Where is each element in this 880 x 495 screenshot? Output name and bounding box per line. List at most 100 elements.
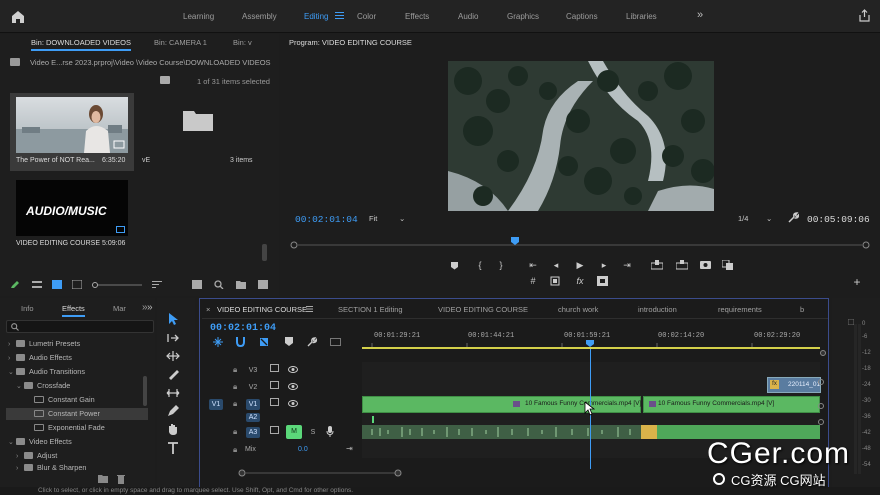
clip-v1-commercials-a[interactable]: 10 Famous Funny Commercials.mp4 [V] (362, 396, 641, 413)
workspace-editing[interactable]: Editing (304, 12, 328, 21)
workspace-color[interactable]: Color (357, 12, 376, 21)
effects-tree-blur-sharpen[interactable]: › Blur & Sharpen (16, 462, 148, 474)
share-icon[interactable] (858, 9, 871, 22)
eye-icon[interactable] (288, 400, 298, 407)
zoom-slider[interactable] (92, 282, 142, 288)
effects-tree-video-effects[interactable]: ⌄ Video Effects (8, 436, 148, 448)
lock-icon[interactable]: 🔒︎ (233, 427, 237, 437)
track-label-a2[interactable]: A2 (246, 413, 260, 422)
lock-icon[interactable]: 🔒︎ (233, 399, 237, 409)
pencil-icon[interactable] (10, 280, 20, 289)
linked-selection-icon[interactable] (259, 337, 269, 347)
new-bin-icon[interactable] (98, 474, 108, 483)
pen-tool-icon[interactable] (166, 404, 180, 418)
go-to-in-icon[interactable]: ⇤ (526, 259, 540, 271)
lift-icon[interactable] (651, 260, 663, 270)
mark-in-icon[interactable]: { (473, 259, 487, 271)
ripple-edit-tool-icon[interactable] (166, 349, 180, 363)
playhead-timecode[interactable]: 00:02:01:04 (295, 214, 358, 225)
effects-tree-adjust[interactable]: › Adjust (16, 450, 148, 462)
add-button-icon[interactable]: + (850, 276, 864, 288)
scroll-handle[interactable] (818, 403, 824, 409)
timeline-zoom-scrollbar[interactable] (238, 469, 402, 477)
vertical-zoom-handle[interactable] (820, 350, 826, 356)
multicam-icon[interactable] (597, 276, 608, 286)
track-label-v3[interactable]: V3 (246, 365, 260, 376)
hand-tool-icon[interactable] (166, 422, 180, 436)
zoom-level-select[interactable]: Fit ⌄ (369, 214, 411, 225)
sync-lock-icon[interactable] (270, 381, 279, 389)
source-patch-v1[interactable]: V1 (209, 399, 223, 410)
export-frame-icon[interactable] (700, 260, 711, 269)
mute-button[interactable]: M (286, 425, 302, 439)
home-icon[interactable] (10, 9, 26, 24)
eye-icon[interactable] (288, 366, 298, 373)
automate-icon[interactable] (192, 280, 202, 289)
tab-sequence-section-1-editing[interactable]: SECTION 1 Editing (338, 305, 403, 314)
workspace-learning[interactable]: Learning (183, 12, 214, 21)
effects-tree-audio-effects[interactable]: › Audio Effects (8, 352, 148, 364)
sort-icon[interactable] (152, 280, 162, 289)
razor-tool-icon[interactable] (166, 367, 180, 381)
timeline-timecode[interactable]: 00:02:01:04 (210, 323, 276, 334)
search-icon[interactable] (214, 280, 224, 289)
tab-info[interactable]: Info (21, 304, 34, 313)
tab-bin-downloaded-videos[interactable]: Bin: DOWNLOADED VIDEOS (31, 38, 132, 51)
effects-search-input[interactable] (6, 320, 154, 333)
workspace-assembly[interactable]: Assembly (242, 12, 277, 21)
workspace-libraries[interactable]: Libraries (626, 12, 657, 21)
go-to-out-icon[interactable]: ⇥ (346, 444, 353, 453)
effects-tree-crossfade[interactable]: ⌄ Crossfade (16, 380, 148, 392)
mix-volume-value[interactable]: 0.0 (298, 446, 308, 453)
program-monitor-title[interactable]: Program: VIDEO EDITING COURSE (289, 38, 412, 47)
snap-icon[interactable] (236, 337, 245, 347)
sync-lock-icon[interactable] (270, 364, 279, 372)
icon-view-icon[interactable] (52, 280, 62, 289)
tab-effects[interactable]: Effects (62, 304, 85, 317)
go-to-out-icon[interactable]: ⇥ (620, 259, 634, 271)
clip-v1-commercials-b[interactable]: 10 Famous Funny Commercials.mp4 [V] (643, 396, 820, 413)
lock-icon[interactable]: 🔒︎ (233, 365, 237, 375)
workspace-menu-icon[interactable] (335, 11, 344, 20)
extract-icon[interactable] (676, 260, 688, 270)
effects-tree-exponential-fade[interactable]: Exponential Fade (34, 422, 148, 434)
bin-scrollbar[interactable] (262, 244, 267, 261)
track-label-v1[interactable]: V1 (246, 399, 260, 410)
new-bin-icon[interactable] (160, 76, 170, 84)
effects-scrollbar[interactable] (143, 376, 147, 406)
track-label-v2[interactable]: V2 (246, 382, 260, 393)
trash-icon[interactable] (116, 474, 126, 484)
workspace-audio[interactable]: Audio (458, 12, 478, 21)
effects-tree-constant-gain[interactable]: Constant Gain (34, 394, 148, 406)
tab-bin-v[interactable]: Bin: v (233, 38, 252, 47)
insert-nest-icon[interactable] (213, 337, 223, 347)
list-view-icon[interactable] (32, 280, 42, 289)
play-icon[interactable]: ▶ (573, 259, 587, 271)
effects-tree-lumetri-presets[interactable]: › Lumetri Presets (8, 338, 148, 350)
tab-sequence-video-editing-course-2[interactable]: VIDEO EDITING COURSE (438, 305, 528, 314)
tab-markers[interactable]: Mar (113, 304, 126, 313)
tab-sequence-b[interactable]: b (800, 305, 804, 314)
tab-sequence-requirements[interactable]: requirements (718, 305, 762, 314)
mark-out-icon[interactable]: } (494, 259, 508, 271)
step-forward-icon[interactable]: ▸ (597, 259, 611, 271)
wrench-icon[interactable] (307, 337, 317, 347)
tab-bin-camera-1[interactable]: Bin: CAMERA 1 (154, 38, 207, 47)
panel-menu-icon[interactable] (306, 306, 313, 312)
scroll-handle[interactable] (818, 419, 824, 425)
new-item-icon[interactable] (258, 280, 268, 289)
program-scrub-bar[interactable] (290, 237, 870, 251)
workspace-graphics[interactable]: Graphics (507, 12, 539, 21)
step-back-icon[interactable]: ◂ (549, 259, 563, 271)
freeform-view-icon[interactable] (72, 280, 82, 289)
track-select-tool-icon[interactable] (166, 331, 180, 345)
effects-tree-constant-power[interactable]: Constant Power (6, 408, 148, 420)
microphone-icon[interactable] (326, 426, 334, 437)
track-label-a3[interactable]: A3 (246, 427, 260, 438)
type-tool-icon[interactable] (166, 441, 180, 455)
comparison-view-icon[interactable] (722, 260, 734, 270)
safe-margins-icon[interactable]: # (526, 275, 540, 287)
fx-icon[interactable]: fx (573, 275, 587, 287)
work-area-bar[interactable] (362, 347, 820, 349)
add-marker-icon[interactable] (450, 261, 459, 270)
